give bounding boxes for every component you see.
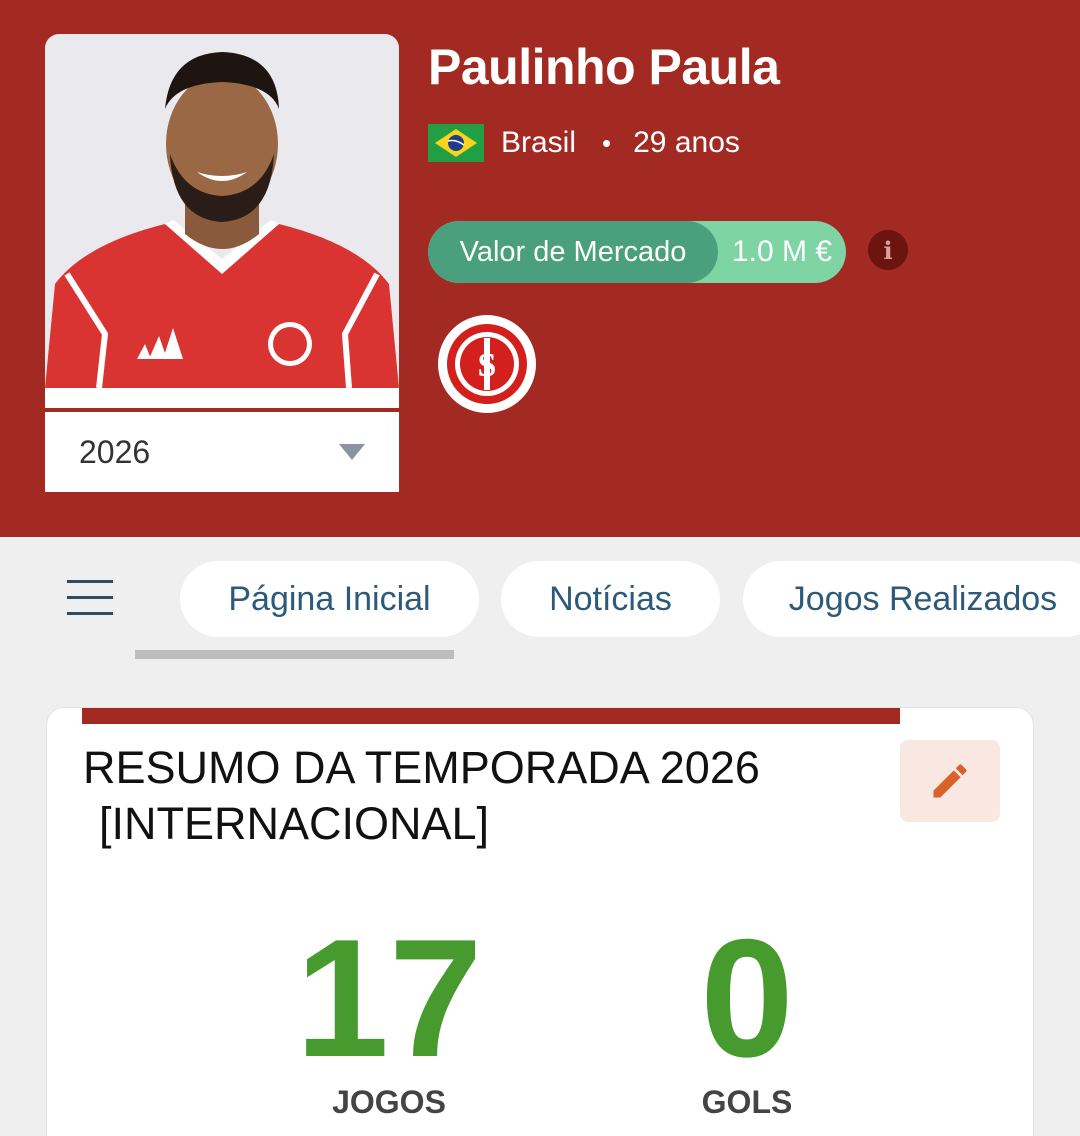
- tab-jogos-realizados[interactable]: Jogos Realizados: [743, 561, 1080, 637]
- market-value-pill: Valor de Mercado 1.0 M €: [428, 221, 846, 283]
- player-photo: [45, 34, 399, 388]
- info-icon[interactable]: i: [868, 230, 908, 270]
- chevron-down-icon: [339, 444, 365, 460]
- player-meta: Brasil • 29 anos: [428, 124, 740, 162]
- player-country: Brasil: [501, 126, 577, 159]
- tab-noticias[interactable]: Notícias: [501, 561, 720, 637]
- season-summary-card: RESUMO DA TEMPORADA 2026 [INTERNACIONAL]…: [46, 707, 1034, 1136]
- market-value-amount: 1.0 M €: [731, 235, 833, 268]
- hamburger-menu-icon[interactable]: [67, 580, 113, 616]
- tab-pagina-inicial[interactable]: Página Inicial: [180, 561, 479, 637]
- player-header: 2026 Paulinho Paula Brasil • 29 anos Val…: [0, 0, 1080, 537]
- stat-gols-label: GOLS: [701, 1084, 793, 1120]
- photo-divider: [45, 388, 399, 410]
- season-select[interactable]: 2026: [45, 412, 399, 492]
- stat-jogos: 17 JOGOS: [269, 914, 509, 1121]
- active-tab-indicator: [135, 650, 454, 659]
- pencil-icon: [933, 764, 967, 798]
- market-value-label: Valor de Mercado: [428, 221, 718, 283]
- stat-gols: 0 GOLS: [647, 914, 847, 1121]
- summary-team: [INTERNACIONAL]: [99, 798, 490, 849]
- summary-title: RESUMO DA TEMPORADA 2026: [83, 742, 760, 793]
- meta-separator: •: [602, 127, 612, 158]
- player-age: 29 anos: [633, 126, 740, 159]
- stat-jogos-value: 17: [295, 904, 483, 1092]
- club-crest-icon[interactable]: S: [437, 314, 537, 414]
- stat-gols-value: 0: [700, 904, 794, 1092]
- season-select-value: 2026: [79, 433, 151, 470]
- player-name: Paulinho Paula: [428, 39, 780, 95]
- edit-button[interactable]: [900, 740, 1000, 822]
- card-accent-bar: [82, 708, 900, 724]
- brazil-flag-icon: [428, 124, 484, 162]
